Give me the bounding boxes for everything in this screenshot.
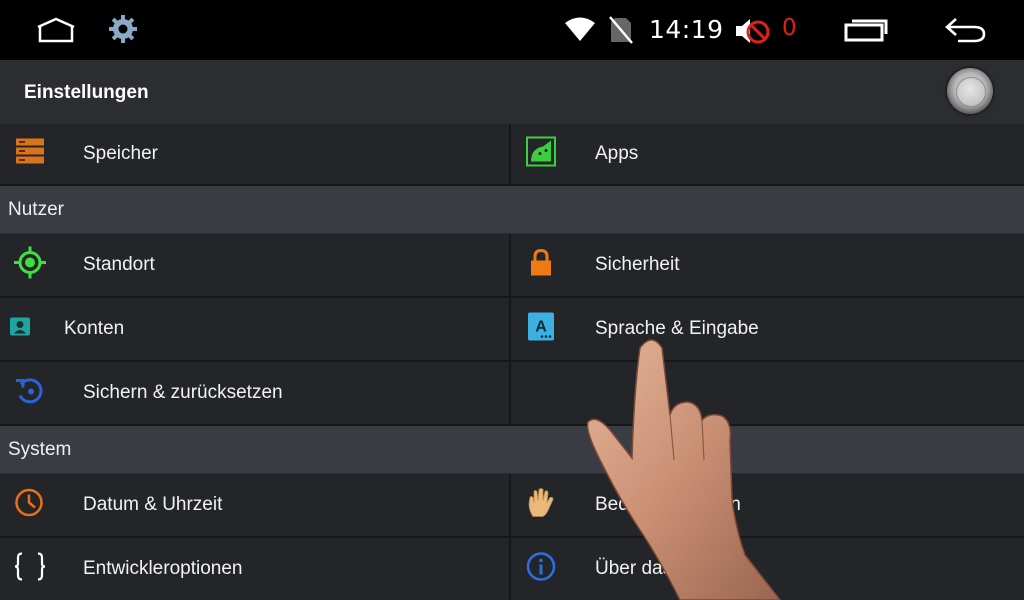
storage-icon [15, 138, 45, 171]
search-orb-icon[interactable] [947, 68, 993, 114]
no-sim-icon [608, 15, 634, 50]
settings-item-label: Apps [595, 143, 639, 164]
notification-count: 0 [782, 15, 797, 41]
settings-item-label: Konten [64, 318, 125, 339]
settings-item-label: Datum & Uhrzeit [83, 494, 223, 515]
home-icon[interactable] [36, 17, 76, 48]
section-label: Nutzer [8, 198, 64, 220]
mute-icon [734, 16, 774, 51]
location-icon [14, 246, 46, 284]
status-time: 14:19 [649, 15, 724, 44]
settings-item-location[interactable]: Standort [0, 234, 511, 298]
settings-item-apps[interactable]: Apps [511, 124, 1024, 186]
settings-item-developer-options[interactable]: Entwickleroptionen [0, 538, 511, 600]
settings-item-empty [511, 362, 1024, 426]
android-icon [526, 136, 556, 172]
settings-item-accessibility[interactable]: Bedienungshilfen [511, 474, 1024, 538]
settings-item-label: Bedienungshilfen [595, 494, 741, 515]
back-icon[interactable] [944, 16, 988, 49]
section-header-system: System [0, 426, 1024, 474]
settings-item-backup-reset[interactable]: Sichern & zurücksetzen [0, 362, 511, 426]
settings-item-label: Standort [83, 254, 155, 275]
account-icon [10, 317, 30, 341]
hand-icon [526, 487, 556, 524]
page-title: Einstellungen [24, 82, 149, 103]
settings-gear-icon[interactable] [108, 14, 138, 49]
status-bar: 14:19 0 [0, 0, 1024, 60]
settings-item-label: Sichern & zurücksetzen [83, 382, 283, 403]
info-icon [526, 552, 556, 587]
language-icon: A [527, 312, 555, 347]
settings-item-label: Sicherheit [595, 254, 680, 275]
settings-item-label: Über das Gerät [595, 558, 725, 579]
settings-item-accounts[interactable]: Konten [0, 298, 511, 362]
braces-icon [14, 552, 46, 587]
section-header-user: Nutzer [0, 186, 1024, 234]
settings-item-about-device[interactable]: Über das Gerät [511, 538, 1024, 600]
settings-item-date-time[interactable]: Datum & Uhrzeit [0, 474, 511, 538]
section-label: System [8, 438, 72, 460]
lock-icon [530, 248, 552, 282]
clock-icon [14, 488, 44, 523]
settings-item-security[interactable]: Sicherheit [511, 234, 1024, 298]
wifi-icon [564, 16, 596, 47]
settings-item-label: Speicher [83, 143, 158, 164]
backup-restore-icon [15, 376, 45, 411]
settings-item-label: Sprache & Eingabe [595, 318, 759, 339]
settings-item-storage[interactable]: Speicher [0, 124, 511, 186]
svg-text:A: A [535, 319, 547, 336]
recent-apps-icon[interactable] [844, 18, 888, 47]
settings-item-label: Entwickleroptionen [83, 558, 243, 579]
settings-item-language[interactable]: A Sprache & Eingabe [511, 298, 1024, 362]
title-bar: Einstellungen [0, 60, 1024, 124]
